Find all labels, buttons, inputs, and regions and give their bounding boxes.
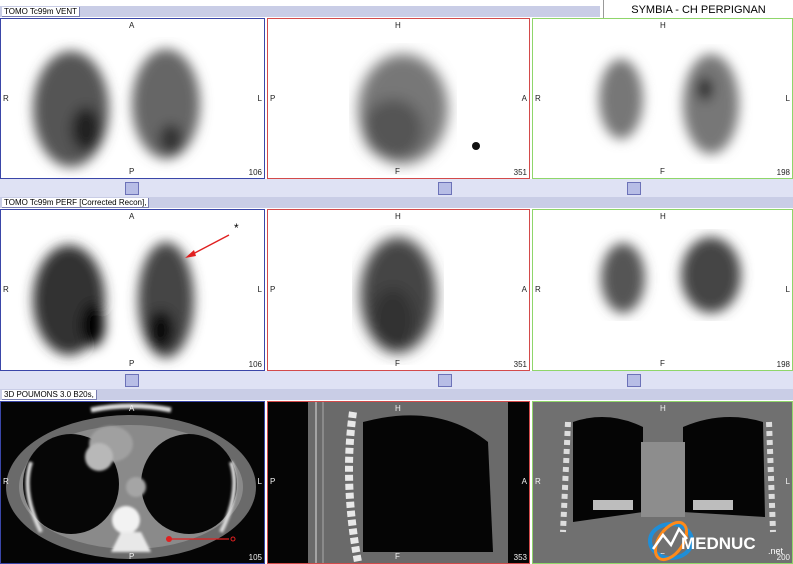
row-2-header: TOMO Tc99m PERF [Corrected Recon],	[0, 197, 793, 208]
ct-sagittal-panel[interactable]: H F P A 353	[267, 401, 530, 564]
ct-sagittal-right: A	[521, 477, 527, 486]
ct-sagittal-bottom: F	[395, 552, 400, 561]
row-3-label: 3D POUMONS 3.0 B20s,	[2, 390, 97, 400]
vent-sagittal-bottom: F	[395, 167, 400, 176]
perf-coronal-slice: 198	[776, 360, 790, 369]
perf-sagittal-right: A	[521, 285, 527, 294]
ct-sagittal-top: H	[395, 404, 401, 413]
vent-transverse-top: A	[129, 21, 135, 30]
vent-sagittal-image	[358, 54, 480, 164]
perf-coronal-left: R	[535, 285, 541, 294]
perf-transverse-top: A	[129, 212, 135, 221]
vent-coronal-panel[interactable]: H F R L 198	[532, 18, 793, 179]
perf-sagittal-top: H	[395, 212, 401, 221]
ct-transverse-bottom: P	[129, 552, 135, 561]
vent-sagittal-right: A	[521, 94, 527, 103]
ct-transverse-left: R	[3, 477, 9, 486]
row-3-header: 3D POUMONS 3.0 B20s,	[0, 389, 793, 400]
ct-transverse-top: A	[129, 404, 135, 413]
perf-coronal-top: H	[660, 212, 666, 221]
row-1-scroll-strip	[0, 179, 793, 197]
vent-coronal-image	[599, 54, 739, 154]
site-title: SYMBIA - CH PERPIGNAN	[603, 0, 793, 20]
ct-transverse-slice: 105	[248, 553, 262, 562]
ct-transverse-image	[6, 403, 256, 559]
perf-transverse-panel[interactable]: * A P R L 106	[0, 209, 265, 371]
perf-sagittal-image	[360, 237, 436, 353]
ct-sagittal-image	[308, 402, 508, 563]
perf-transverse-slider[interactable]	[125, 374, 139, 387]
perf-sagittal-left: P	[270, 285, 276, 294]
vent-coronal-bottom: F	[660, 167, 665, 176]
ct-coronal-right: L	[785, 477, 790, 486]
vent-coronal-top: H	[660, 21, 666, 30]
row-1-header: TOMO Tc99m VENT	[0, 6, 600, 17]
vent-transverse-image	[33, 49, 200, 167]
ct-coronal-left: R	[535, 477, 541, 486]
perf-sagittal-panel[interactable]: H F P A 351	[267, 209, 530, 371]
perf-sagittal-slice: 351	[513, 360, 527, 369]
ct-sagittal-left: P	[270, 477, 276, 486]
row-1-label: TOMO Tc99m VENT	[2, 7, 81, 17]
perf-coronal-image	[601, 237, 741, 313]
perf-transverse-slice: 106	[248, 360, 262, 369]
vent-sagittal-top: H	[395, 21, 401, 30]
perf-coronal-panel[interactable]: H F R L 198	[532, 209, 793, 371]
perf-transverse-right: L	[257, 285, 262, 294]
vent-coronal-left: R	[535, 94, 541, 103]
vent-coronal-slider[interactable]	[627, 182, 641, 195]
vent-coronal-right: L	[785, 94, 790, 103]
row-2-label: TOMO Tc99m PERF [Corrected Recon],	[2, 198, 150, 208]
vent-coronal-slice: 198	[776, 168, 790, 177]
ct-sagittal-slice: 353	[513, 553, 527, 562]
ct-coronal-top: H	[660, 404, 666, 413]
vent-transverse-right: L	[257, 94, 262, 103]
vent-sagittal-slider[interactable]	[438, 182, 452, 195]
vent-transverse-slider[interactable]	[125, 182, 139, 195]
perf-coronal-bottom: F	[660, 359, 665, 368]
perf-coronal-right: L	[785, 285, 790, 294]
mednuc-logo: MEDNUC .net	[647, 515, 793, 564]
vent-transverse-bottom: P	[129, 167, 135, 176]
logo-suffix: .net	[768, 546, 784, 556]
vent-transverse-panel[interactable]: A P R L 106	[0, 18, 265, 179]
perf-sagittal-bottom: F	[395, 359, 400, 368]
vent-transverse-slice: 106	[248, 168, 262, 177]
logo-text: MEDNUC	[681, 534, 756, 553]
vent-sagittal-panel[interactable]: H F P A 351	[267, 18, 530, 179]
perf-transverse-left: R	[3, 285, 9, 294]
vent-sagittal-slice: 351	[513, 168, 527, 177]
perf-coronal-slider[interactable]	[627, 374, 641, 387]
perf-sagittal-slider[interactable]	[438, 374, 452, 387]
ct-transverse-panel[interactable]: A P R L 105	[0, 401, 265, 564]
ct-transverse-right: L	[257, 477, 262, 486]
row-2-scroll-strip	[0, 371, 793, 389]
vent-transverse-left: R	[3, 94, 9, 103]
annotation-asterisk: *	[234, 221, 239, 235]
annotation-arrow	[185, 234, 230, 258]
vent-sagittal-left: P	[270, 94, 276, 103]
perf-transverse-bottom: P	[129, 359, 135, 368]
